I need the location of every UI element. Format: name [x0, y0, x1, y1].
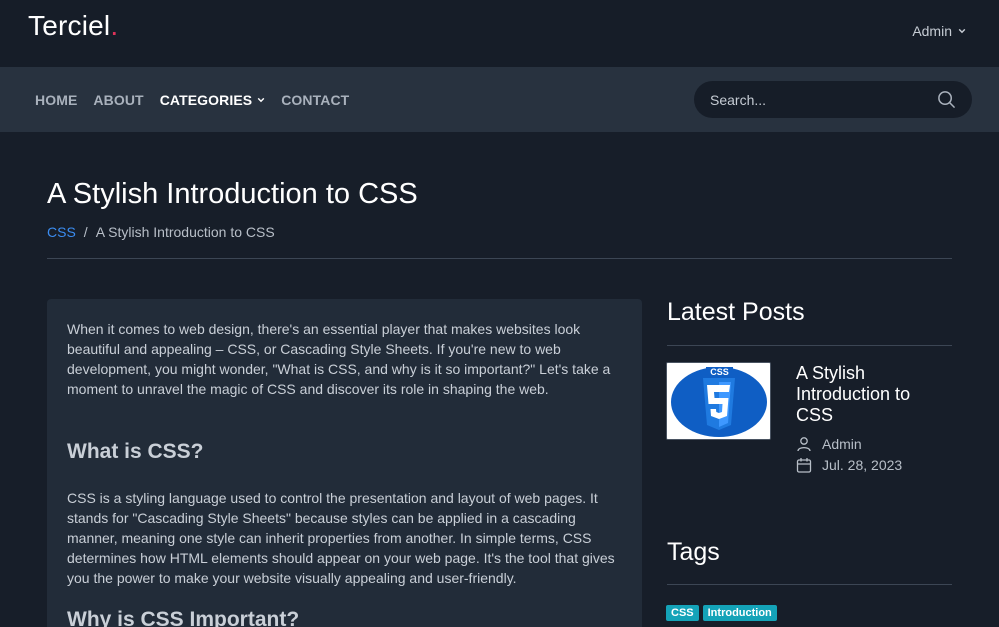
- tags-title: Tags: [667, 538, 720, 566]
- article-heading: Why is CSS Important?: [67, 608, 300, 627]
- latest-posts-divider: [667, 345, 952, 346]
- search-input[interactable]: [710, 81, 930, 118]
- chevron-down-icon: [958, 28, 966, 34]
- post-date-text: Jul. 28, 2023: [822, 457, 903, 473]
- logo-dot: .: [110, 10, 119, 41]
- nav-categories-label: CATEGORIES: [159, 92, 253, 108]
- post-thumbnail-label: CSS: [710, 367, 729, 377]
- search-box: [694, 81, 972, 118]
- breadcrumb: CSS / A Stylish Introduction to CSS: [47, 224, 275, 240]
- user-icon: [797, 437, 811, 452]
- user-menu-label: Admin: [912, 23, 952, 39]
- main-nav: HOME ABOUT CATEGORIES CONTACT: [0, 67, 999, 132]
- page-title: A Stylish Introduction to CSS: [47, 178, 418, 210]
- tag-list: CSS Introduction: [666, 605, 777, 621]
- chevron-down-icon: [257, 97, 265, 103]
- breadcrumb-current: A Stylish Introduction to CSS: [95, 224, 275, 240]
- nav-home[interactable]: HOME: [35, 92, 77, 108]
- user-menu[interactable]: Admin: [912, 23, 966, 39]
- article-intro: When it comes to web design, there's an …: [67, 321, 611, 397]
- site-logo[interactable]: Terciel.: [28, 10, 118, 42]
- nav-about[interactable]: ABOUT: [93, 92, 143, 108]
- tags-divider: [667, 584, 952, 585]
- article-body: When it comes to web design, there's an …: [47, 299, 642, 627]
- title-divider: [47, 258, 952, 259]
- tag-css[interactable]: CSS: [666, 605, 699, 621]
- tag-introduction[interactable]: Introduction: [702, 605, 777, 621]
- logo-text: Terciel: [28, 10, 111, 41]
- breadcrumb-separator: /: [83, 224, 88, 240]
- post-author: Admin: [796, 436, 862, 452]
- nav-categories[interactable]: CATEGORIES: [160, 92, 266, 108]
- nav-links: HOME ABOUT CATEGORIES CONTACT: [35, 92, 349, 108]
- calendar-icon: [796, 458, 812, 473]
- article-paragraph: CSS is a styling language used to contro…: [67, 490, 615, 586]
- latest-post-title[interactable]: A Stylish Introduction to CSS: [796, 363, 946, 426]
- top-bar: Terciel. Admin: [0, 0, 999, 67]
- latest-posts-title: Latest Posts: [667, 298, 805, 326]
- search-icon[interactable]: [937, 90, 956, 109]
- post-date: Jul. 28, 2023: [796, 457, 902, 473]
- nav-contact[interactable]: CONTACT: [281, 92, 349, 108]
- post-thumbnail[interactable]: CSS: [666, 362, 771, 440]
- post-author-name: Admin: [822, 436, 862, 452]
- article-heading: What is CSS?: [67, 440, 204, 463]
- breadcrumb-category-link[interactable]: CSS: [47, 224, 76, 240]
